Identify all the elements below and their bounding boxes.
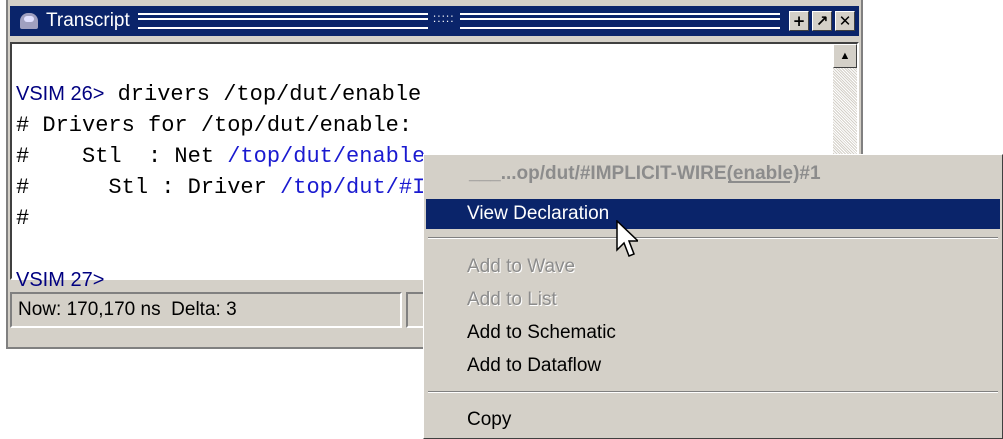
menu-copy[interactable]: Copy [426,405,1000,435]
mouse-pointer-icon [616,220,638,257]
transcript-icon [20,13,38,29]
command-text: drivers /top/dut/enable [104,82,422,107]
menu-separator [428,237,998,239]
title-grip-lines: ::::: [137,9,781,29]
menu-view-declaration[interactable]: View Declaration [426,199,1000,229]
status-time: Now: 170,170 ns Delta: 3 [10,292,402,328]
close-button[interactable]: ✕ [835,11,855,31]
menu-add-to-wave[interactable]: Add to Wave [426,252,1000,282]
line-text: # Stl : Net [16,144,228,169]
signal-path-link[interactable]: /top/dut/enable [227,144,425,169]
menu-header: ___...op/dut/#IMPLICIT-WIRE(enable)#1 [426,159,1000,189]
context-menu: ___...op/dut/#IMPLICIT-WIRE(enable)#1 Vi… [423,154,1003,439]
line-text: # Stl : Driver [16,175,281,200]
transcript-line: # Drivers for /top/dut/enable: [16,113,413,138]
title-bar[interactable]: Transcript ::::: + ↗ ✕ [10,6,859,36]
menu-add-to-list[interactable]: Add to List [426,285,1000,315]
prompt: VSIM 26> [16,83,105,105]
undock-button[interactable]: ↗ [812,11,832,31]
menu-add-to-schematic[interactable]: Add to Schematic [426,318,1000,348]
prompt: VSIM 27> [16,269,105,291]
transcript-line: VSIM 26> drivers /top/dut/enable [16,79,813,110]
menu-add-to-dataflow[interactable]: Add to Dataflow [426,351,1000,381]
menu-separator [428,391,998,393]
dock-button[interactable]: + [789,11,809,31]
scroll-up-arrow-icon[interactable]: ▲ [833,44,857,68]
window-title: Transcript [46,10,130,31]
drag-grip[interactable]: ::::: [427,9,460,29]
